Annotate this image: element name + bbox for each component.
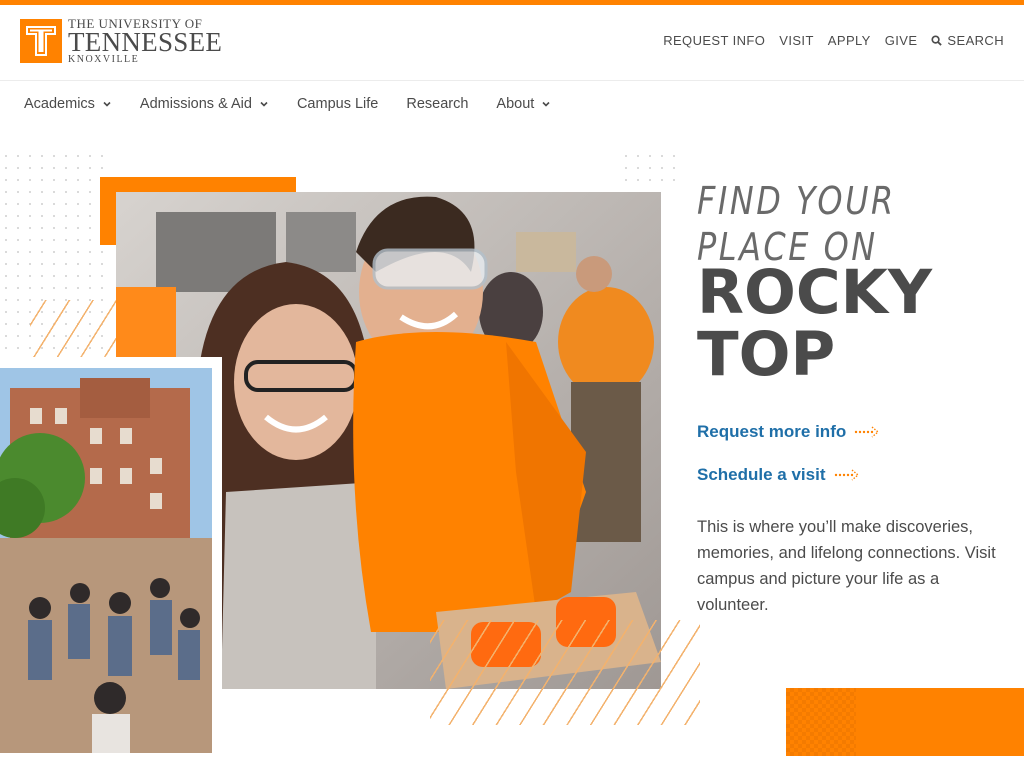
dotted-arrow-icon — [855, 426, 880, 438]
cta-label: Schedule a visit — [697, 465, 826, 484]
schedule-visit-link[interactable]: Schedule a visit — [697, 465, 860, 485]
nav-label: Campus Life — [296, 96, 379, 112]
headline-line-2: TOP — [697, 319, 836, 390]
nav-label: Admissions & Aid — [139, 96, 252, 112]
chevron-down-icon — [103, 101, 111, 107]
search-label: SEARCH — [947, 33, 1004, 48]
nav-item-about[interactable]: About — [496, 96, 551, 112]
util-link-apply[interactable]: APPLY — [828, 33, 871, 48]
headline-intro-line-1: FIND YOUR — [697, 179, 896, 223]
dot-pattern — [620, 150, 680, 190]
chevron-down-icon — [260, 101, 268, 107]
nav-label: About — [496, 96, 535, 112]
nav-item-admissions-aid[interactable]: Admissions & Aid — [140, 96, 269, 112]
nav-label: Academics — [24, 96, 95, 112]
search-button[interactable]: SEARCH — [931, 33, 1004, 48]
diagonal-stripes — [430, 620, 700, 725]
cta-label: Request more info — [697, 422, 847, 441]
main-nav: Academics Admissions & Aid Campus Life R… — [24, 96, 551, 112]
checker-pattern — [786, 688, 856, 756]
hero-headline: ROCKY TOP — [697, 262, 1017, 386]
util-link-visit[interactable]: VISIT — [779, 33, 814, 48]
util-link-give[interactable]: GIVE — [885, 33, 918, 48]
chevron-down-icon — [542, 101, 550, 107]
headline-line-1: ROCKY — [697, 257, 933, 328]
campus-photo-students-walking — [0, 368, 212, 753]
util-link-request-info[interactable]: REQUEST INFO — [663, 33, 765, 48]
nav-item-research[interactable]: Research — [406, 96, 468, 112]
university-logo[interactable]: THE UNIVERSITY OF TENNESSEE KNOXVILLE — [20, 17, 222, 65]
logo-line-2: TENNESSEE — [68, 27, 223, 57]
power-t-logo-icon — [20, 19, 62, 63]
site-header: THE UNIVERSITY OF TENNESSEE KNOXVILLE RE… — [0, 5, 1024, 81]
dotted-arrow-icon — [834, 469, 859, 481]
nav-item-campus-life[interactable]: Campus Life — [297, 96, 378, 112]
nav-label: Research — [406, 96, 469, 112]
nav-item-academics[interactable]: Academics — [24, 96, 112, 112]
hero-description: This is where you’ll make discoveries, m… — [697, 518, 996, 614]
utility-nav: REQUEST INFO VISIT APPLY GIVE SEARCH — [663, 33, 1004, 48]
search-icon — [931, 35, 943, 46]
logo-wordmark: THE UNIVERSITY OF TENNESSEE KNOXVILLE — [68, 17, 222, 65]
request-info-link[interactable]: Request more info — [697, 422, 880, 442]
orange-corner-accent — [786, 688, 1024, 756]
